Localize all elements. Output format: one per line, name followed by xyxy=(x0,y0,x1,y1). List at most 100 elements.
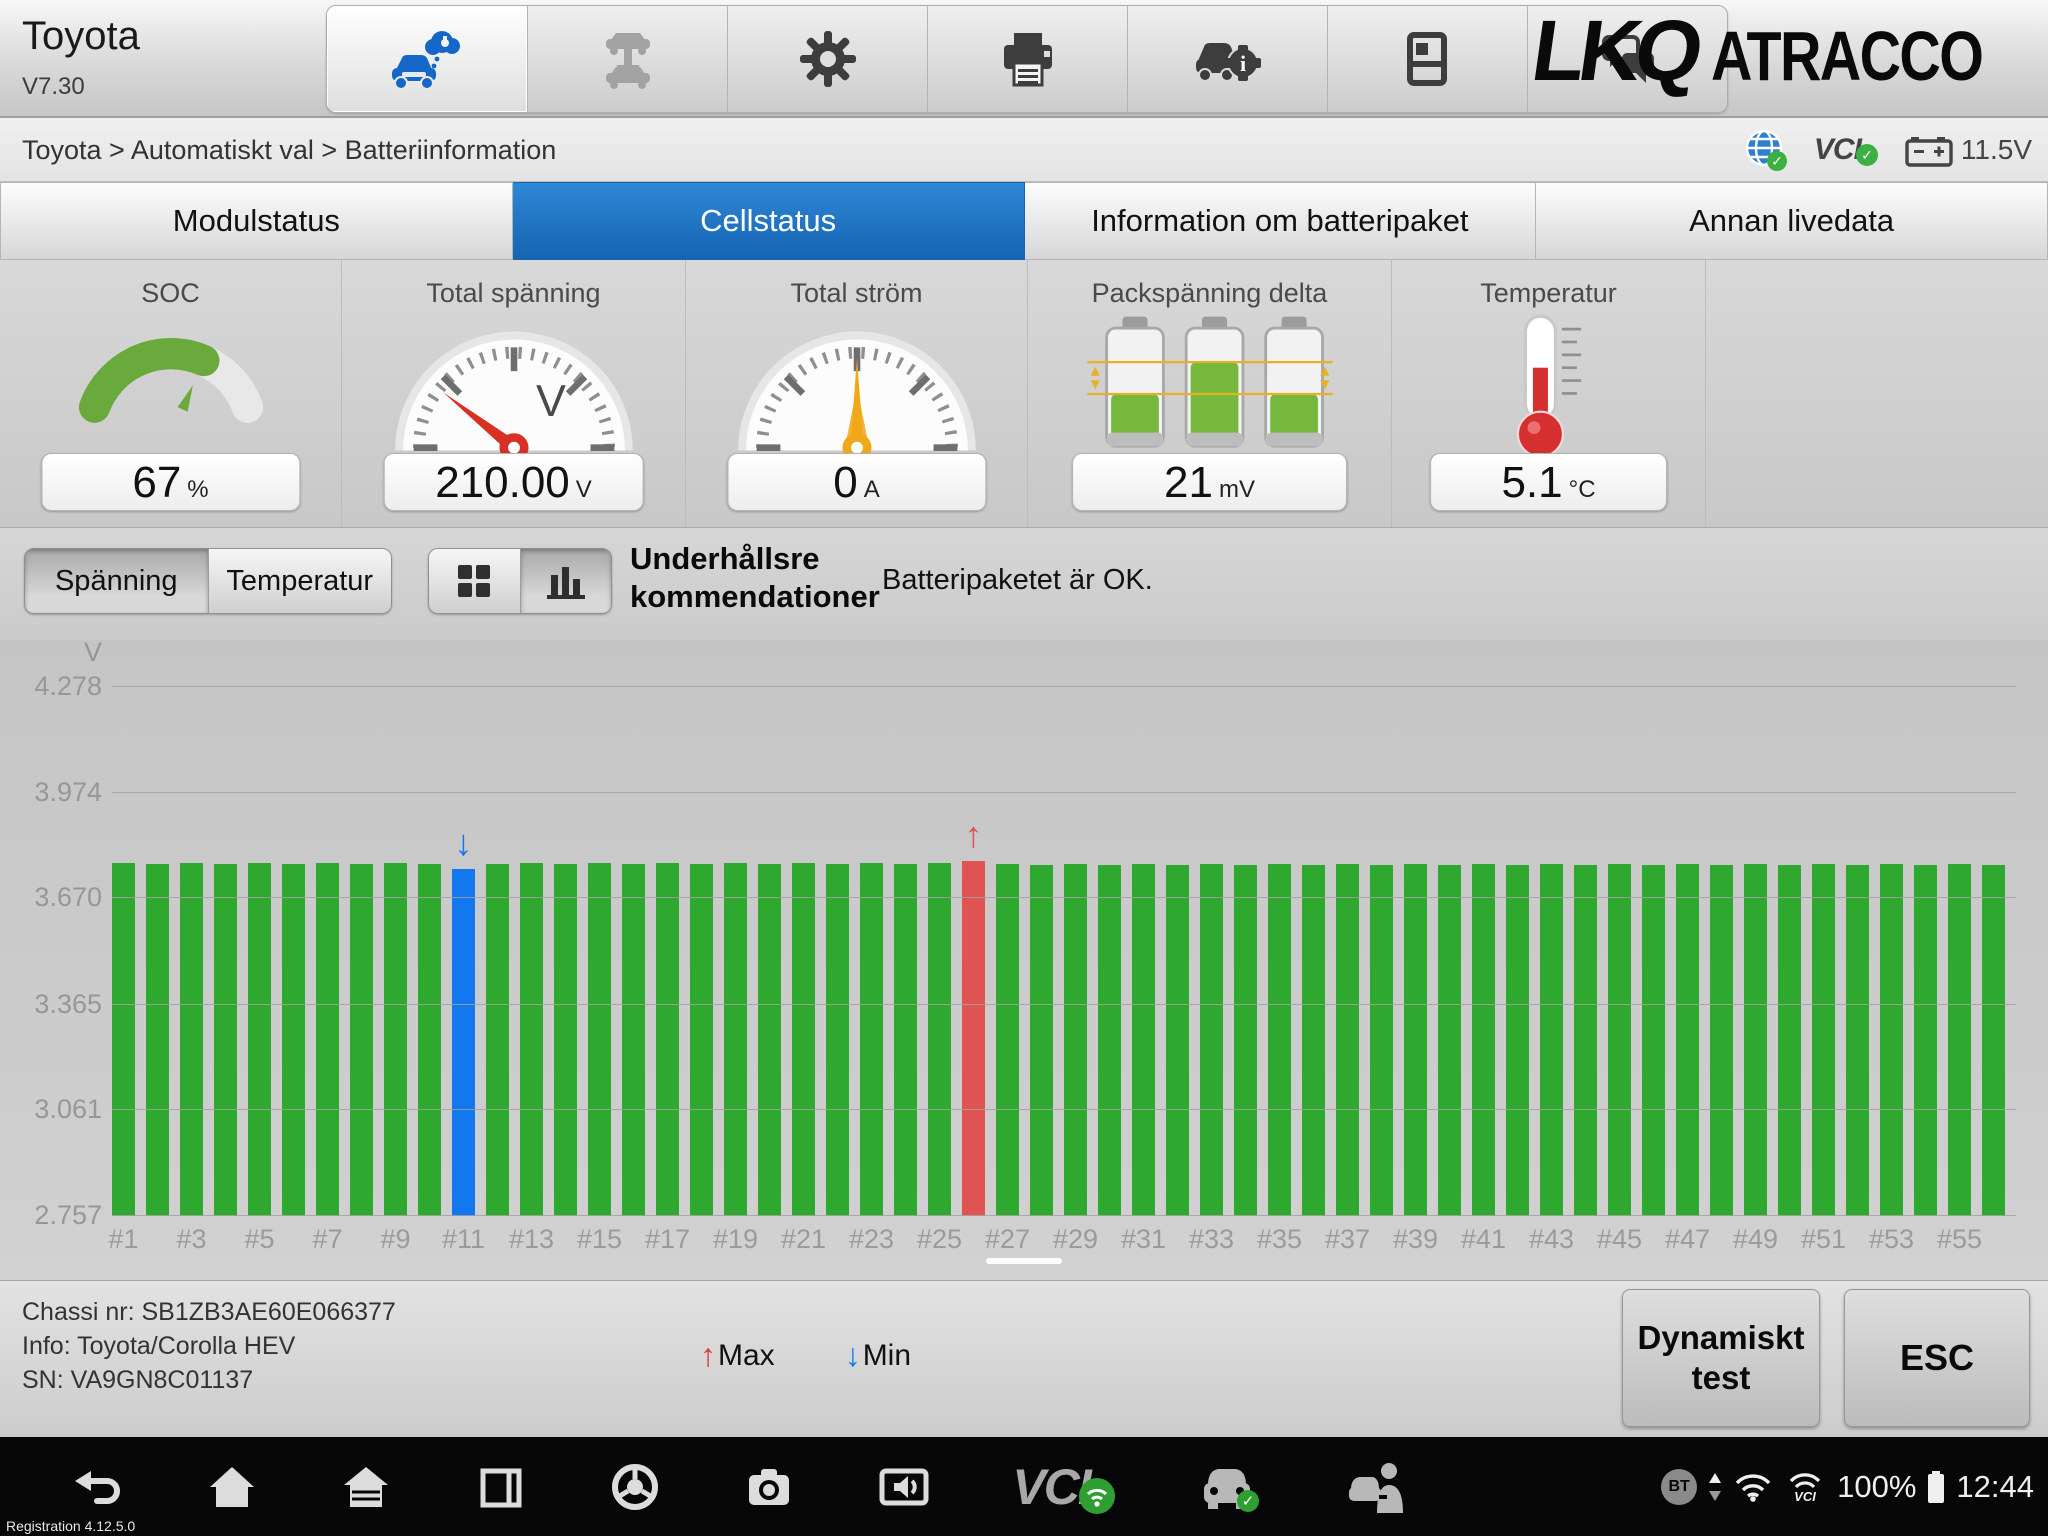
bar-chart-view-button[interactable] xyxy=(520,549,612,613)
cell-bar-24[interactable] xyxy=(894,864,917,1216)
tab-annan-livedata[interactable]: Annan livedata xyxy=(1536,182,2048,260)
grid-view-button[interactable] xyxy=(429,549,520,613)
cell-bar-13[interactable] xyxy=(520,863,543,1216)
cell-bar-17[interactable] xyxy=(656,863,679,1216)
display-sound-icon[interactable] xyxy=(878,1461,930,1513)
cell-bar-29[interactable] xyxy=(1064,864,1087,1216)
cell-bar-30[interactable] xyxy=(1098,865,1121,1216)
cell-bar-11[interactable] xyxy=(452,869,475,1216)
vci-signal-icon[interactable]: VCI xyxy=(1783,1469,1827,1505)
cell-bar-31[interactable] xyxy=(1132,864,1155,1216)
cell-bar-1[interactable] xyxy=(112,863,135,1216)
esc-button[interactable]: ESC xyxy=(1844,1289,2030,1427)
print-button[interactable] xyxy=(927,6,1127,112)
cell-bar-22[interactable] xyxy=(826,864,849,1216)
remote-diagnostics-button[interactable] xyxy=(327,6,527,112)
cell-bar-16[interactable] xyxy=(622,864,645,1216)
settings-button[interactable] xyxy=(727,6,927,112)
cell-bar-51[interactable] xyxy=(1812,864,1835,1216)
cell-bar-7[interactable] xyxy=(316,863,339,1216)
wifi-icon[interactable] xyxy=(1733,1471,1773,1503)
globe-icon[interactable]: ✓ xyxy=(1744,128,1788,172)
cell-bar-54[interactable] xyxy=(1914,865,1937,1216)
garage-icon[interactable] xyxy=(340,1461,392,1513)
battery-delta-art xyxy=(1085,312,1335,460)
cell-bar-21[interactable] xyxy=(792,863,815,1216)
cell-bar-37[interactable] xyxy=(1336,864,1359,1216)
cell-bar-9[interactable] xyxy=(384,863,407,1216)
cell-bar-41[interactable] xyxy=(1472,864,1495,1216)
dynamic-test-button[interactable]: Dynamiskt test xyxy=(1622,1289,1820,1427)
x-axis-tick: #5 xyxy=(244,1224,274,1255)
cell-bar-52[interactable] xyxy=(1846,865,1869,1216)
cell-bar-12[interactable] xyxy=(486,864,509,1216)
cell-bar-20[interactable] xyxy=(758,864,781,1216)
cell-bar-34[interactable] xyxy=(1234,865,1257,1216)
cell-bar-6[interactable] xyxy=(282,864,305,1216)
technician-icon[interactable] xyxy=(1345,1459,1409,1515)
cell-bar-56[interactable] xyxy=(1982,865,2005,1216)
cell-bar-38[interactable] xyxy=(1370,865,1393,1216)
tab-modulstatus[interactable]: Modulstatus xyxy=(0,182,513,260)
segment-spanning[interactable]: Spänning xyxy=(25,549,208,613)
back-icon[interactable] xyxy=(71,1461,123,1513)
data-manager-button[interactable] xyxy=(1327,6,1527,112)
cell-bar-8[interactable] xyxy=(350,864,373,1216)
cell-bar-40[interactable] xyxy=(1438,865,1461,1216)
cell-bar-35[interactable] xyxy=(1268,864,1291,1216)
cell-bar-19[interactable] xyxy=(724,863,747,1216)
cell-bar-28[interactable] xyxy=(1030,865,1053,1216)
cell-bar-42[interactable] xyxy=(1506,865,1529,1216)
home-icon[interactable] xyxy=(206,1461,258,1513)
segment-temperatur[interactable]: Temperatur xyxy=(208,549,392,613)
camera-icon[interactable] xyxy=(743,1461,795,1513)
gauge-pack-delta-title: Packspänning delta xyxy=(1028,278,1391,309)
y-axis-unit: V xyxy=(6,637,102,668)
cell-bar-46[interactable] xyxy=(1642,865,1665,1216)
tab-cellstatus[interactable]: Cellstatus xyxy=(513,182,1025,260)
cell-bar-47[interactable] xyxy=(1676,864,1699,1216)
recent-apps-icon[interactable] xyxy=(475,1461,527,1513)
tab-bar: ModulstatusCellstatusInformation om batt… xyxy=(0,182,2048,260)
x-axis-tick: #1 xyxy=(108,1224,138,1255)
vehicle-swap-button[interactable] xyxy=(527,6,727,112)
cell-bar-10[interactable] xyxy=(418,864,441,1216)
clock: 12:44 xyxy=(1956,1469,2034,1505)
vci-status[interactable]: VCI ✓ xyxy=(1814,133,1879,167)
cell-bar-50[interactable] xyxy=(1778,865,1801,1216)
cell-bar-27[interactable] xyxy=(996,864,1019,1216)
cell-bar-45[interactable] xyxy=(1608,864,1631,1216)
cell-bar-33[interactable] xyxy=(1200,864,1223,1216)
cell-bar-2[interactable] xyxy=(146,864,169,1216)
vci-nav-logo[interactable]: VCI xyxy=(1012,1458,1115,1516)
cell-bar-53[interactable] xyxy=(1880,864,1903,1216)
vci-wifi-badge-icon xyxy=(1078,1477,1116,1515)
cell-bar-4[interactable] xyxy=(214,864,237,1216)
cell-bar-43[interactable] xyxy=(1540,864,1563,1216)
cell-bar-14[interactable] xyxy=(554,864,577,1216)
vehicle-connected-icon[interactable]: ✓ xyxy=(1198,1459,1262,1515)
cell-bar-26[interactable] xyxy=(962,861,985,1216)
bluetooth-badge[interactable]: BT xyxy=(1661,1469,1697,1505)
cell-bar-15[interactable] xyxy=(588,863,611,1216)
diagnostic-app: Toyota V7.30 xyxy=(0,0,2048,1536)
cell-bar-44[interactable] xyxy=(1574,865,1597,1216)
cell-bar-32[interactable] xyxy=(1166,865,1189,1216)
cell-bar-5[interactable] xyxy=(248,863,271,1216)
gauges-row: SOC 67 % Total spänning xyxy=(0,260,2048,528)
cell-bar-39[interactable] xyxy=(1404,864,1427,1216)
chrome-icon[interactable] xyxy=(609,1461,661,1513)
cell-bar-25[interactable] xyxy=(928,863,951,1216)
cell-bar-3[interactable] xyxy=(180,863,203,1216)
tab-information-om-batteripaket[interactable]: Information om batteripaket xyxy=(1025,182,1537,260)
battery-voltage-status[interactable]: 11.5V xyxy=(1905,133,2032,167)
cell-bar-49[interactable] xyxy=(1744,864,1767,1216)
vehicle-model-info: Info: Toyota/Corolla HEV xyxy=(22,1329,396,1363)
cell-bar-48[interactable] xyxy=(1710,865,1733,1216)
vehicle-info-button[interactable]: i xyxy=(1127,6,1327,112)
cell-bar-55[interactable] xyxy=(1948,864,1971,1216)
scroll-indicator[interactable] xyxy=(986,1258,1062,1264)
cell-bar-36[interactable] xyxy=(1302,865,1325,1216)
cell-bar-18[interactable] xyxy=(690,864,713,1216)
cell-bar-23[interactable] xyxy=(860,863,883,1216)
